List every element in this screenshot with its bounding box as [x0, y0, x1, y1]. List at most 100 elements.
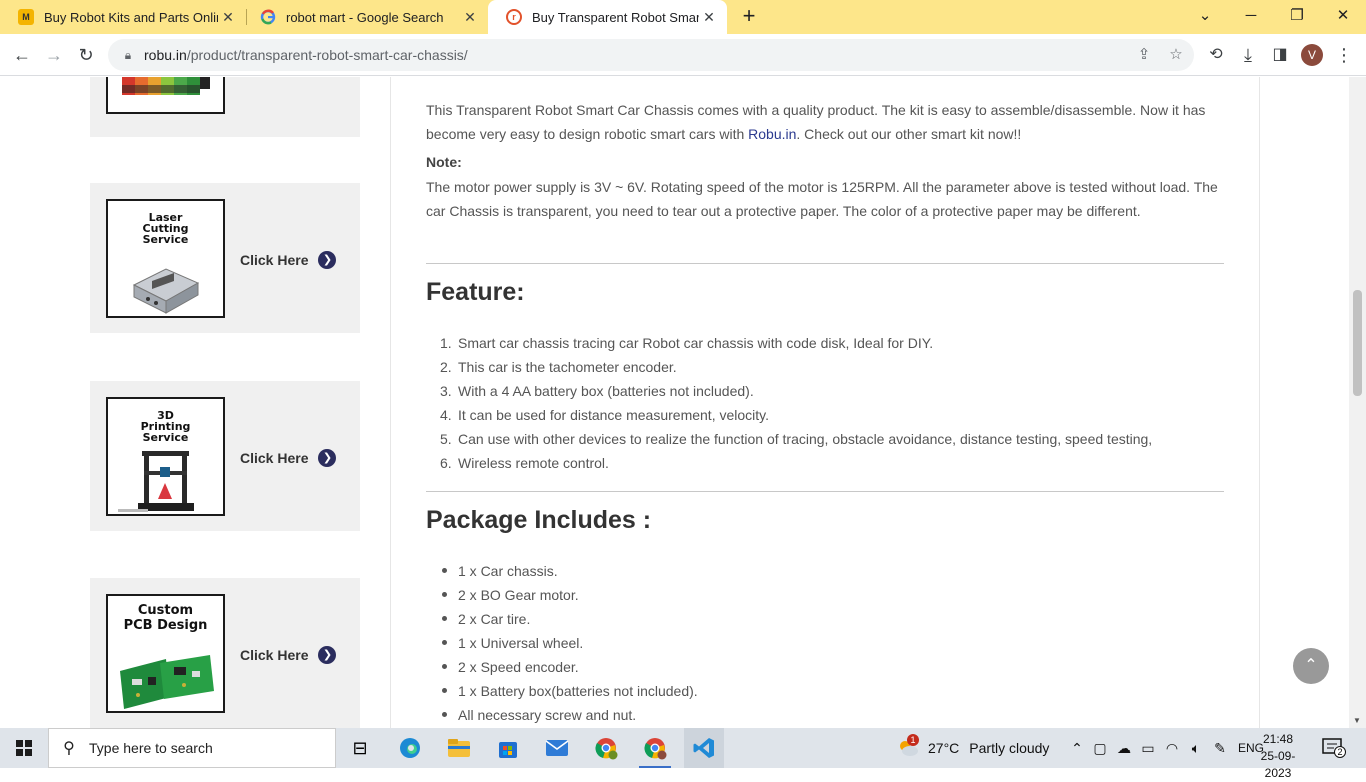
laser-cut-case-image — [132, 268, 200, 314]
service-box[interactable]: 3D Printing Service — [106, 397, 225, 516]
laser-click-here-link[interactable]: Click Here ❯ — [240, 251, 337, 269]
minimize-button[interactable]: ─ — [1228, 0, 1274, 34]
service-title: 3D Printing Service — [140, 409, 191, 444]
chevron-right-icon: ❯ — [318, 646, 337, 664]
service-box[interactable]: Laser Cutting Service — [106, 199, 225, 318]
service-title: Custom PCB Design — [123, 603, 208, 633]
promo-card-custom-pcb: Custom PCB Design Click Here ❯ — [90, 578, 360, 728]
clock[interactable]: 21:48 25-09-2023 — [1248, 731, 1308, 782]
restore-button[interactable]: ❐ — [1274, 0, 1320, 34]
file-explorer-icon[interactable] — [439, 732, 479, 764]
tab-title: robot mart - Google Search — [286, 9, 444, 25]
battery-icon[interactable]: ▭ — [1136, 740, 1160, 757]
promo-card-battery — [90, 77, 360, 137]
close-icon[interactable]: ✕ — [460, 9, 480, 26]
chrome-icon[interactable] — [635, 732, 675, 768]
download-icon[interactable]: ⤓ — [1234, 41, 1262, 69]
promo-card-3d-printing: 3D Printing Service Click Here ❯ — [90, 381, 360, 531]
address-bar[interactable]: 🔒︎ robu.in/product/transparent-robot-sma… — [108, 39, 1194, 71]
lock-icon[interactable]: 🔒︎ — [112, 48, 144, 63]
forward-arrow-icon[interactable]: → — [40, 41, 68, 69]
3d-printing-click-here-link[interactable]: Click Here ❯ — [240, 449, 337, 467]
taskbar-search[interactable]: ⚲ Type here to search — [48, 728, 336, 768]
microsoft-store-icon[interactable] — [488, 732, 528, 764]
weather-alert-badge: 1 — [907, 734, 919, 746]
onedrive-icon[interactable]: ☁ — [1112, 740, 1136, 757]
product-description: This Transparent Robot Smart Car Chassis… — [390, 77, 1260, 728]
list-item: 1. Smart car chassis tracing car Robot ca… — [440, 335, 934, 351]
note-paragraph: The motor power supply is 3V ~ 6V. Rotat… — [426, 179, 1218, 219]
pcb-click-here-link[interactable]: Click Here ❯ — [240, 646, 337, 664]
google-icon — [260, 9, 276, 25]
robu-link[interactable]: Robu.in — [748, 126, 796, 142]
url-text[interactable]: robu.in/product/transparent-robot-smart-… — [144, 47, 468, 63]
wifi-icon[interactable]: ◠ — [1160, 740, 1184, 757]
list-item: 6. Wireless remote control. — [440, 455, 609, 471]
search-placeholder: Type here to search — [89, 740, 213, 756]
list-item: 2. This car is the tachometer encoder. — [440, 359, 677, 375]
weather-widget[interactable]: 1 27°C Partly cloudy — [896, 728, 1049, 768]
tab-title: Buy Robot Kits and Parts Online — [44, 9, 218, 25]
scrollbar-thumb[interactable] — [1353, 290, 1362, 396]
pen-icon[interactable]: ✎ — [1208, 740, 1232, 757]
share-icon[interactable]: ⇪ — [1134, 45, 1154, 65]
robu-icon: r — [506, 9, 522, 25]
mail-icon[interactable] — [537, 732, 577, 764]
close-window-button[interactable]: ✕ — [1320, 0, 1366, 34]
list-item: 5. Can use with other devices to realize … — [440, 431, 1153, 447]
scroll-down-arrow-icon[interactable]: ▼ — [1353, 716, 1361, 725]
tab-robot-mart[interactable]: M Buy Robot Kits and Parts Online ✕ — [0, 0, 246, 34]
feature-list: 1. Smart car chassis tracing car Robot ca… — [426, 331, 1152, 475]
reload-icon[interactable]: ↻ — [72, 41, 100, 69]
close-icon[interactable]: ✕ — [218, 9, 238, 26]
browser-toolbar: ← → ↻ 🔒︎ robu.in/product/transparent-rob… — [0, 34, 1366, 76]
chevron-right-icon: ❯ — [318, 251, 337, 269]
system-tray: ⌃ ▢ ☁ ▭ ◠ 🔈︎ ✎ ENG — [1066, 728, 1264, 768]
tab-title: Buy Transparent Robot Smart Ca — [532, 9, 699, 25]
meet-now-icon[interactable]: ▢ — [1088, 740, 1112, 757]
edge-icon[interactable] — [390, 732, 430, 764]
list-item: 1 x Battery box(batteries not included). — [426, 679, 698, 703]
note-label: Note: — [426, 154, 462, 170]
page-scrollbar[interactable]: ▼ — [1349, 77, 1366, 728]
service-title: Laser Cutting Service — [142, 211, 189, 246]
list-item: 4. It can be used for distance measuremen… — [440, 407, 770, 423]
chrome-profile-icon[interactable] — [586, 732, 626, 764]
side-panel-icon[interactable]: ◨ — [1266, 41, 1294, 69]
tab-google-search[interactable]: robot mart - Google Search ✕ — [242, 0, 488, 34]
chevron-right-icon: ❯ — [318, 449, 337, 467]
tab-strip: M Buy Robot Kits and Parts Online ✕ robo… — [0, 0, 1366, 34]
back-arrow-icon[interactable]: ← — [8, 41, 36, 69]
list-item: 3. With a 4 AA battery box (batteries not… — [440, 383, 754, 399]
feature-heading: Feature: — [426, 278, 525, 306]
mart-icon: M — [18, 9, 34, 25]
divider — [426, 263, 1224, 264]
list-item: 1 x Universal wheel. — [426, 631, 698, 655]
new-tab-button[interactable]: + — [737, 5, 761, 29]
bookmark-star-icon[interactable]: ☆ — [1166, 45, 1186, 65]
task-view-icon[interactable]: ⊟ — [340, 732, 380, 764]
weather-desc: Partly cloudy — [969, 740, 1050, 756]
windows-logo-icon — [16, 740, 32, 756]
list-item: 2 x Car tire. — [426, 607, 698, 631]
pcb-boards-image — [120, 655, 214, 709]
search-icon: ⚲ — [63, 740, 75, 757]
show-hidden-icons-icon[interactable]: ⌃ — [1066, 740, 1088, 757]
menu-kebab-icon[interactable]: ⋮ — [1330, 41, 1358, 69]
notification-center-icon[interactable]: 2 — [1322, 738, 1346, 758]
package-heading: Package Includes : — [426, 506, 652, 534]
clock-date: 25-09-2023 — [1260, 749, 1296, 780]
back-to-top-button[interactable]: ⌃ — [1293, 648, 1329, 684]
service-box[interactable]: Custom PCB Design — [106, 594, 225, 713]
close-icon[interactable]: ✕ — [699, 9, 719, 26]
tab-robu-product[interactable]: r Buy Transparent Robot Smart Ca ✕ — [488, 0, 727, 34]
profile-avatar[interactable]: V — [1301, 44, 1323, 66]
volume-icon[interactable]: 🔈︎ — [1184, 740, 1208, 757]
link-label: Click Here — [240, 647, 309, 663]
tab-search-icon[interactable]: ⌄ — [1182, 0, 1228, 34]
vscode-icon[interactable] — [684, 728, 724, 768]
list-item: All necessary screw and nut. — [426, 703, 698, 727]
page-viewport: Laser Cutting Service Click Here ❯ 3D Pr… — [0, 77, 1349, 728]
extension-icon[interactable]: ⟲ — [1202, 41, 1230, 69]
start-button[interactable] — [0, 728, 48, 768]
